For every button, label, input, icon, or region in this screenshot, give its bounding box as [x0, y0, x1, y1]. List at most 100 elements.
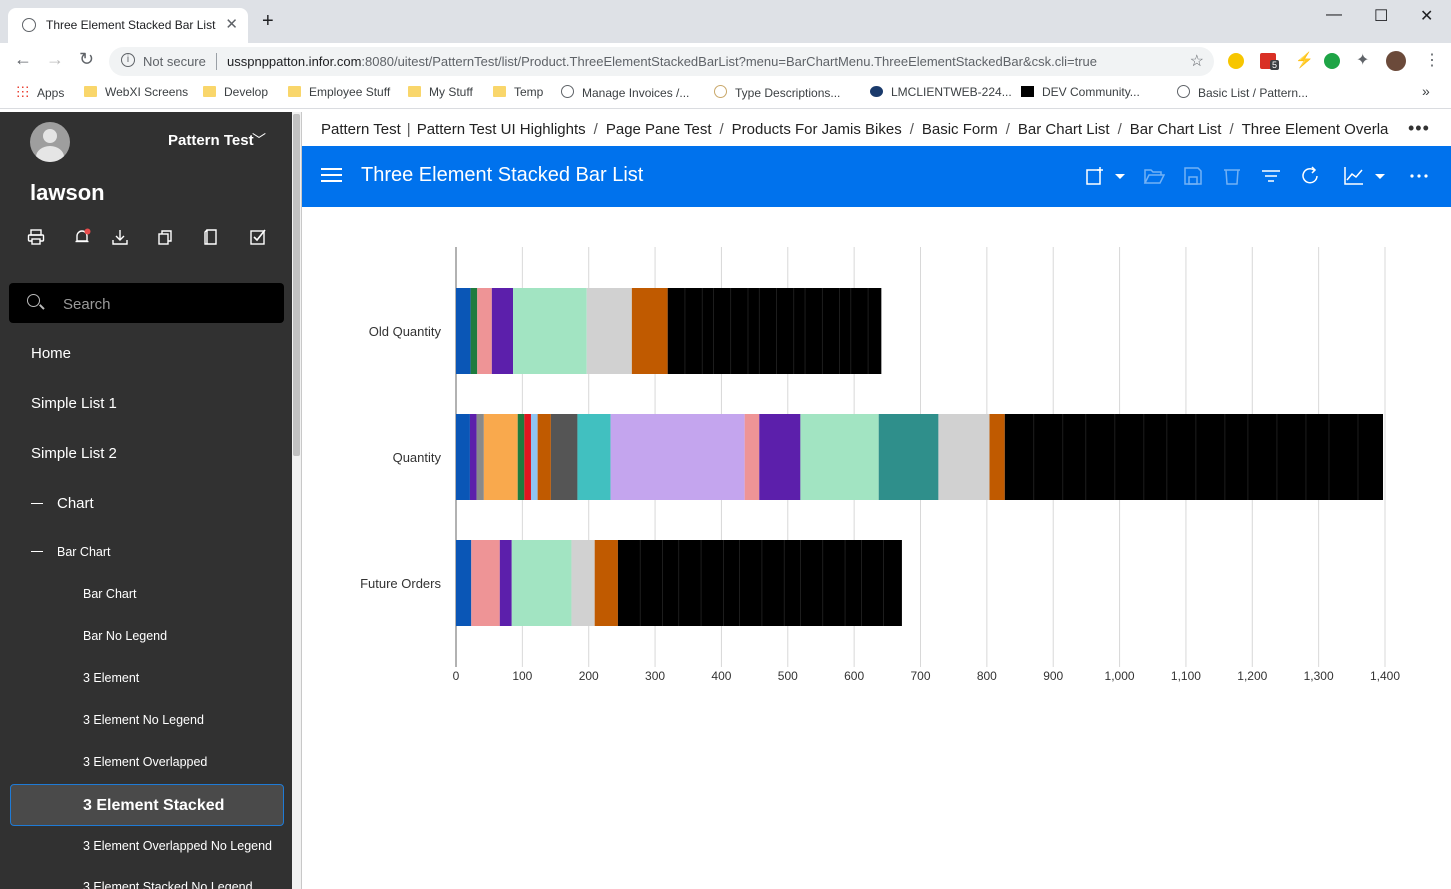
bar-segment[interactable]	[617, 540, 902, 626]
back-button[interactable]: ←	[14, 49, 32, 70]
print-icon[interactable]	[27, 228, 45, 246]
forward-button[interactable]: →	[46, 49, 64, 70]
bookmark-star-icon[interactable]: ☆	[1190, 51, 1204, 71]
create-dropdown-icon[interactable]	[1113, 165, 1127, 187]
checkbox-icon[interactable]	[249, 228, 267, 246]
hamburger-menu-icon[interactable]	[321, 168, 342, 182]
bar-segment[interactable]	[530, 414, 538, 500]
bookmark-develop[interactable]: Develop	[203, 85, 268, 99]
bar-segment[interactable]	[1004, 414, 1384, 500]
bar-segment[interactable]	[759, 414, 801, 500]
maximize-button[interactable]: ☐	[1374, 6, 1388, 26]
bar-segment[interactable]	[938, 414, 990, 500]
bookmark-dev-community[interactable]: DEV Community...	[1021, 85, 1140, 99]
bar-segment[interactable]	[586, 288, 632, 374]
nav-bar-no-legend[interactable]: Bar No Legend	[83, 629, 167, 643]
extension-bolt-icon[interactable]: ⚡	[1295, 51, 1314, 69]
chart-dropdown-icon[interactable]	[1373, 165, 1387, 187]
bar-segment[interactable]	[517, 414, 525, 500]
sidebar-search[interactable]	[9, 283, 284, 323]
minimize-button[interactable]: —	[1326, 6, 1342, 24]
bar-segment[interactable]	[800, 414, 879, 500]
bar-segment[interactable]	[456, 414, 470, 500]
search-input[interactable]	[61, 292, 275, 316]
close-tab-icon[interactable]: ✕	[225, 15, 238, 33]
bar-segment[interactable]	[594, 540, 618, 626]
chart-icon[interactable]	[1343, 165, 1365, 187]
breadcrumb-item[interactable]: Page Pane Test	[606, 121, 712, 138]
bookmark-type-descriptions[interactable]: Type Descriptions...	[714, 85, 840, 100]
nav-simple-list-2[interactable]: Simple List 2	[31, 445, 117, 462]
bar-segment[interactable]	[989, 414, 1005, 500]
bar-segment[interactable]	[471, 540, 500, 626]
chevron-down-icon[interactable]: ﹀	[252, 130, 266, 150]
bar-segment[interactable]	[878, 414, 939, 500]
nav-simple-list-1[interactable]: Simple List 1	[31, 395, 117, 412]
bar-segment[interactable]	[491, 288, 514, 374]
breadcrumb-item[interactable]: Bar Chart List	[1130, 121, 1222, 138]
bar-segment[interactable]	[469, 414, 477, 500]
breadcrumb-item[interactable]: Pattern Test	[321, 121, 401, 138]
nav-3-element-overlapped-no-legend[interactable]: 3 Element Overlapped No Legend	[83, 839, 272, 853]
bookmark-apps[interactable]: Apps	[16, 85, 64, 100]
breadcrumb-more-icon[interactable]: •••	[1408, 118, 1430, 139]
app-switcher-label[interactable]: Pattern Test	[168, 132, 254, 149]
extensions-puzzle-icon[interactable]: ✦	[1356, 50, 1369, 70]
delete-icon[interactable]	[1221, 165, 1243, 187]
bar-segment[interactable]	[470, 288, 478, 374]
more-icon[interactable]	[1408, 165, 1430, 187]
bar-segment[interactable]	[631, 288, 668, 374]
bar-segment[interactable]	[667, 288, 882, 374]
bar-segment[interactable]	[499, 540, 512, 626]
breadcrumb-item[interactable]: Three Element Overla	[1242, 121, 1389, 138]
bar-segment[interactable]	[524, 414, 531, 500]
bookmark-manage-invoices[interactable]: Manage Invoices /...	[561, 85, 689, 100]
bar-segment[interactable]	[476, 414, 484, 500]
open-icon[interactable]	[1143, 165, 1165, 187]
bar-segment[interactable]	[483, 414, 518, 500]
document-icon[interactable]	[203, 228, 221, 246]
nav-3-element-stacked-no-legend[interactable]: 3 Element Stacked No Legend	[83, 880, 253, 889]
url-text[interactable]: usspnppatton.infor.com:8080/uitest/Patte…	[227, 54, 1097, 69]
filter-icon[interactable]	[1260, 165, 1282, 187]
nav-bar-chart-group[interactable]: Bar Chart	[31, 545, 111, 559]
bookmark-lmclientweb[interactable]: LMCLIENTWEB-224...	[870, 85, 1012, 99]
bookmarks-overflow-icon[interactable]: »	[1422, 83, 1430, 99]
user-avatar[interactable]	[30, 122, 70, 162]
bar-segment[interactable]	[537, 414, 551, 500]
bar-segment[interactable]	[456, 288, 471, 374]
nav-3-element-no-legend[interactable]: 3 Element No Legend	[83, 713, 204, 727]
nav-3-element-overlapped[interactable]: 3 Element Overlapped	[83, 755, 207, 769]
breadcrumb-item[interactable]: Products For Jamis Bikes	[732, 121, 902, 138]
bookmark-my-stuff[interactable]: My Stuff	[408, 85, 473, 99]
info-icon[interactable]: i	[121, 53, 135, 67]
bookmark-basic-list[interactable]: Basic List / Pattern...	[1177, 85, 1308, 100]
copy-icon[interactable]	[157, 228, 175, 246]
profile-avatar[interactable]	[1386, 51, 1406, 71]
refresh-icon[interactable]	[1299, 165, 1321, 187]
reload-button[interactable]: ↻	[79, 49, 94, 70]
bookmark-employee[interactable]: Employee Stuff	[288, 85, 390, 99]
browser-tab[interactable]: Three Element Stacked Bar List / Ir ✕	[8, 8, 248, 43]
bar-segment[interactable]	[513, 288, 587, 374]
bar-segment[interactable]	[571, 540, 595, 626]
create-icon[interactable]	[1084, 165, 1106, 187]
address-bar[interactable]: i Not secure usspnppatton.infor.com:8080…	[109, 47, 1214, 76]
nav-chart[interactable]: Chart	[31, 495, 94, 512]
save-icon[interactable]	[1182, 165, 1204, 187]
bar-segment[interactable]	[477, 288, 492, 374]
new-tab-button[interactable]: +	[262, 11, 274, 31]
bar-segment[interactable]	[456, 540, 472, 626]
browser-menu-icon[interactable]: ⋮	[1424, 50, 1440, 70]
bar-segment[interactable]	[744, 414, 760, 500]
bookmark-webxi[interactable]: WebXI Screens	[84, 85, 188, 99]
breadcrumb-item[interactable]: Bar Chart List	[1018, 121, 1110, 138]
extension-d-icon[interactable]	[1324, 53, 1340, 69]
nav-home[interactable]: Home	[31, 345, 71, 362]
bar-segment[interactable]	[511, 540, 572, 626]
nav-3-element[interactable]: 3 Element	[83, 671, 139, 685]
bar-segment[interactable]	[577, 414, 611, 500]
nav-bar-chart[interactable]: Bar Chart	[83, 587, 137, 601]
extension-moon-icon[interactable]	[1228, 53, 1244, 69]
download-icon[interactable]	[111, 228, 129, 246]
